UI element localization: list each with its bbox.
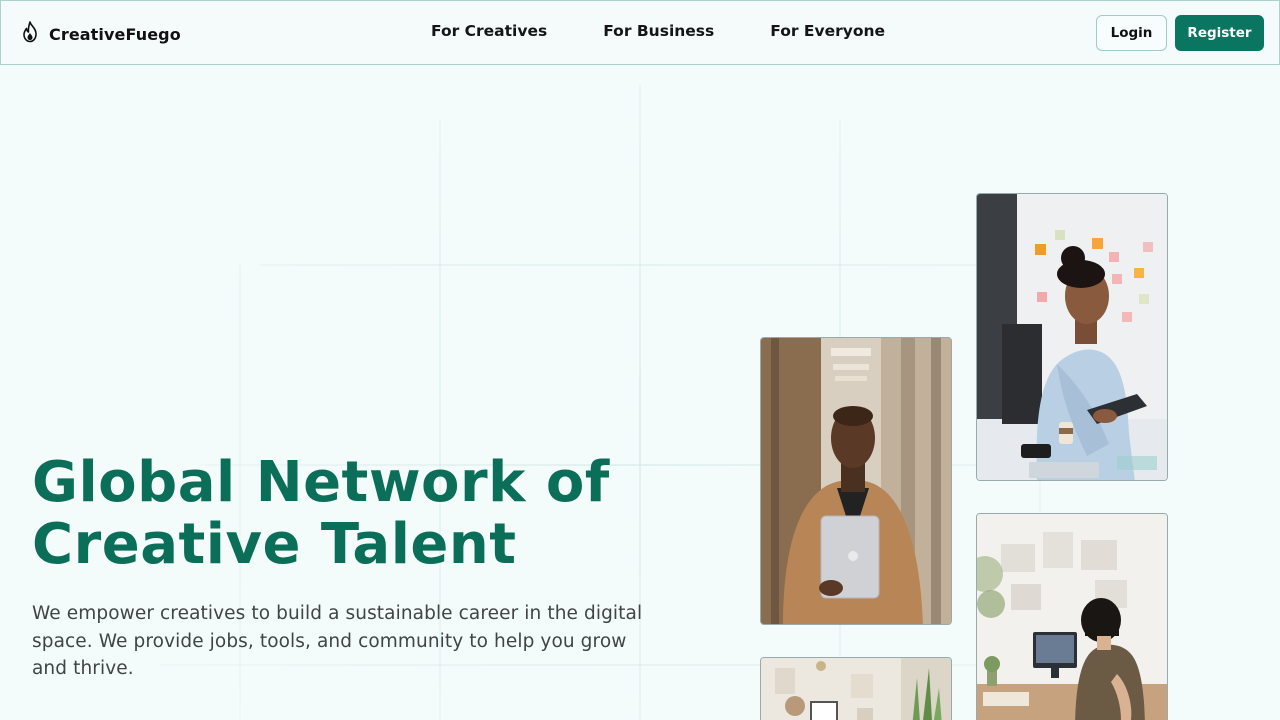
nav-for-business[interactable]: For Business <box>603 22 714 40</box>
photo-woman-at-desk <box>976 513 1168 720</box>
login-button[interactable]: Login <box>1096 15 1167 51</box>
hero-subtitle-line-2: space. We provide jobs, tools, and commu… <box>32 630 627 652</box>
photo-studio-wall <box>760 657 952 720</box>
hero-title-line-2: Creative Talent <box>32 512 517 577</box>
hero-title: Global Network of Creative Talent <box>32 452 732 576</box>
photo-woman-with-tablet <box>976 193 1168 481</box>
photo-man-with-laptop <box>760 337 952 625</box>
hero-title-line-1: Global Network of <box>32 450 610 515</box>
nav-for-everyone[interactable]: For Everyone <box>770 22 885 40</box>
brand-name: CreativeFuego <box>49 24 181 44</box>
main-nav: For Creatives For Business For Everyone <box>431 22 885 40</box>
nav-for-creatives[interactable]: For Creatives <box>431 22 547 40</box>
site-header: CreativeFuego For Creatives For Business… <box>0 0 1280 65</box>
flame-icon <box>20 21 40 47</box>
hero-subtitle-line-3: and thrive. <box>32 658 134 679</box>
register-button[interactable]: Register <box>1175 15 1264 51</box>
brand-logo[interactable]: CreativeFuego <box>20 21 181 47</box>
hero-subtitle-line-1: We empower creatives to build a sustaina… <box>32 603 643 624</box>
hero-subtitle: We empower creatives to build a sustaina… <box>32 600 712 683</box>
